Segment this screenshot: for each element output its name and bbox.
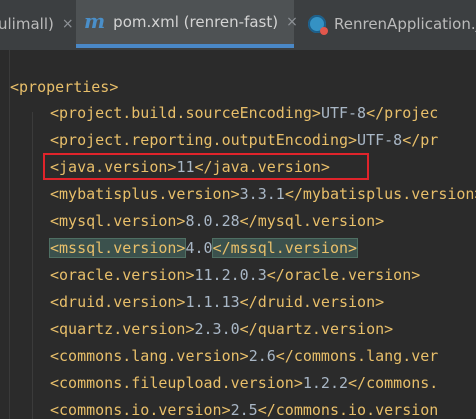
xml-close-tag: </oracle.version> (266, 266, 421, 284)
code-editor[interactable]: <properties> <project.build.sourceEncodi… (0, 50, 476, 419)
xml-open-tag: <quartz.version> (50, 320, 195, 338)
xml-open-tag: <commons.fileupload.version> (50, 374, 303, 392)
gutter-divider (9, 50, 10, 419)
xml-open-tag: <druid.version> (50, 293, 186, 311)
xml-open-tag: <oracle.version> (50, 266, 195, 284)
tab-label: RenrenApplication.j (334, 15, 476, 33)
code-line: <mysql.version>8.0.28</mysql.version> (50, 208, 384, 234)
indent-guide (32, 112, 33, 419)
xml-close-tag: </commons.lang.ver (275, 347, 439, 365)
xml-value: 4.0 (185, 239, 213, 257)
xml-close-tag: </pr (402, 131, 439, 149)
xml-value: 2.5 (230, 401, 258, 419)
xml-close-tag: </projec (366, 104, 439, 122)
xml-value: 8.0.28 (185, 212, 240, 230)
xml-open-tag: <mysql.version> (50, 212, 186, 230)
tab-label: pom.xml (renren-fast) (113, 13, 279, 31)
xml-close-tag: </quartz.version> (239, 320, 394, 338)
xml-value: UTF-8 (357, 131, 403, 149)
xml-value: 2.6 (248, 347, 276, 365)
tab-renren-application[interactable]: RenrenApplication.j (300, 0, 476, 48)
xml-open-tag: <java.version> (50, 158, 177, 176)
xml-open-tag-matched: <mssql.version> (48, 238, 187, 258)
code-line: <quartz.version>2.3.0</quartz.version> (50, 316, 393, 342)
code-line-mssql-current: <mssql.version>4.0</mssql.version> (48, 235, 359, 261)
xml-tag: <properties> (10, 78, 119, 96)
xml-value: 11 (176, 158, 195, 176)
java-class-icon (308, 15, 328, 35)
xml-value: 11.2.0.3 (194, 266, 267, 284)
code-line: <druid.version>1.1.13</druid.version> (50, 289, 384, 315)
xml-close-tag: </mybatisplus.version> (284, 185, 476, 203)
xml-close-tag: </commons. (348, 374, 439, 392)
tab-pom-xml[interactable]: m pom.xml (renren-fast) × (76, 0, 298, 48)
code-line: <project.reporting.outputEncoding>UTF-8<… (50, 127, 438, 153)
code-line-java-version: <java.version>11</java.version> (50, 154, 330, 180)
tab-label: ulimall) (0, 15, 54, 33)
xml-close-tag: </commons.io.version (257, 401, 439, 419)
code-line: <mybatisplus.version>3.3.1</mybatisplus.… (50, 181, 476, 207)
code-line: <commons.lang.version>2.6</commons.lang.… (50, 343, 438, 369)
close-icon[interactable]: × (286, 14, 298, 30)
code-line-properties: <properties> (10, 74, 118, 100)
code-line: <project.build.sourceEncoding>UTF-8</pro… (50, 100, 438, 126)
xml-value: 3.3.1 (239, 185, 285, 203)
editor-tab-bar: ulimall) × m pom.xml (renren-fast) × Ren… (0, 0, 476, 50)
xml-value: 2.3.0 (194, 320, 240, 338)
tab-gulimall[interactable]: ulimall) × (0, 0, 74, 48)
xml-value: 1.1.13 (185, 293, 240, 311)
xml-close-tag-matched: </mssql.version> (211, 238, 359, 258)
xml-value: 1.2.2 (302, 374, 349, 392)
code-line: <commons.fileupload.version>1.2.2</commo… (50, 370, 438, 396)
xml-open-tag: <project.reporting.outputEncoding> (50, 131, 358, 149)
xml-close-tag: </java.version> (194, 158, 330, 176)
close-icon[interactable]: × (62, 16, 74, 32)
maven-m-icon: m (84, 9, 106, 33)
xml-value: UTF-8 (320, 104, 367, 122)
xml-close-tag: </mysql.version> (239, 212, 385, 230)
xml-open-tag: <project.build.sourceEncoding> (50, 104, 321, 122)
code-line: <commons.io.version>2.5</commons.io.vers… (50, 397, 438, 419)
text-caret (357, 239, 359, 258)
xml-open-tag: <commons.io.version> (50, 401, 231, 419)
xml-close-tag: </druid.version> (239, 293, 385, 311)
xml-open-tag: <mybatisplus.version> (50, 185, 240, 203)
code-line: <oracle.version>11.2.0.3</oracle.version… (50, 262, 420, 288)
xml-open-tag: <commons.lang.version> (50, 347, 249, 365)
